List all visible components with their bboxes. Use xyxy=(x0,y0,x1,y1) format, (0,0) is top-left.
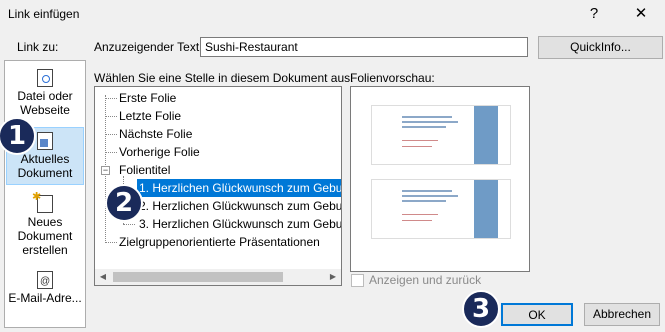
sidebar-item-label: Datei oder Webseite xyxy=(17,89,73,117)
sidebar-item-label: Neues Dokument erstellen xyxy=(17,215,73,257)
tree-item-previous-slide[interactable]: Vorherige Folie xyxy=(119,143,200,161)
current-document-icon xyxy=(37,132,53,150)
show-and-return-checkbox[interactable] xyxy=(351,274,364,287)
help-button[interactable]: ? xyxy=(583,4,605,24)
sidebar-item-label: E-Mail-Adre... xyxy=(8,291,82,305)
quickinfo-button[interactable]: QuickInfo... xyxy=(538,36,663,59)
show-and-return-label: Anzeigen und zurück xyxy=(369,273,482,287)
link-to-heading: Link zu: xyxy=(17,40,59,54)
new-document-icon xyxy=(32,190,53,213)
scroll-right-icon[interactable]: ▶ xyxy=(325,269,341,285)
scroll-thumb[interactable] xyxy=(113,272,283,282)
tree-item-slide-titles[interactable]: Folientitel xyxy=(119,161,170,179)
scroll-left-icon[interactable]: ◀ xyxy=(95,269,111,285)
slide-preview-pane xyxy=(350,86,530,272)
email-icon xyxy=(37,271,53,289)
tree-item-custom-shows[interactable]: Zielgruppenorientierte Präsentationen xyxy=(119,233,320,251)
tree-item-last-slide[interactable]: Letzte Folie xyxy=(119,107,181,125)
document-location-heading: Wählen Sie eine Stelle in diesem Dokumen… xyxy=(94,71,354,85)
tree-item-slide-1[interactable]: 1. Herzlichen Glückwunsch zum Geburtstag xyxy=(137,179,341,197)
preview-slide-2 xyxy=(371,179,511,239)
cancel-button[interactable]: Abbrechen xyxy=(584,303,660,326)
link-to-sidebar: Datei oder Webseite Aktuelles Dokument N… xyxy=(4,60,86,328)
preview-slide-1 xyxy=(371,105,511,165)
collapse-icon[interactable]: − xyxy=(101,166,110,175)
tree-item-slide-3[interactable]: 3. Herzlichen Glückwunsch zum Geburtstag xyxy=(139,215,341,233)
file-web-icon xyxy=(37,69,53,87)
tree-item-slide-2[interactable]: 2. Herzlichen Glückwunsch zum Geburtstag xyxy=(139,197,341,215)
sidebar-item-new-document[interactable]: Neues Dokument erstellen xyxy=(6,190,84,257)
ok-button[interactable]: OK xyxy=(501,303,573,326)
sidebar-item-file-or-webpage[interactable]: Datei oder Webseite xyxy=(6,69,84,117)
tree-item-next-slide[interactable]: Nächste Folie xyxy=(119,125,192,143)
display-text-input[interactable]: Sushi-Restaurant xyxy=(200,37,528,57)
slide-preview-heading: Folienvorschau: xyxy=(350,71,435,85)
tree-horizontal-scrollbar[interactable]: ◀ ▶ xyxy=(95,269,341,285)
display-text-label: Anzuzeigender Text: xyxy=(94,40,203,54)
step-badge-2: 2 xyxy=(105,184,143,222)
step-badge-3: 3 xyxy=(462,290,500,328)
dialog-title: Link einfügen xyxy=(8,7,80,21)
close-button[interactable]: ✕ xyxy=(630,4,652,24)
sidebar-item-label: Aktuelles Dokument xyxy=(17,152,73,180)
tree-item-first-slide[interactable]: Erste Folie xyxy=(119,89,176,107)
sidebar-item-email[interactable]: E-Mail-Adre... xyxy=(6,271,84,305)
